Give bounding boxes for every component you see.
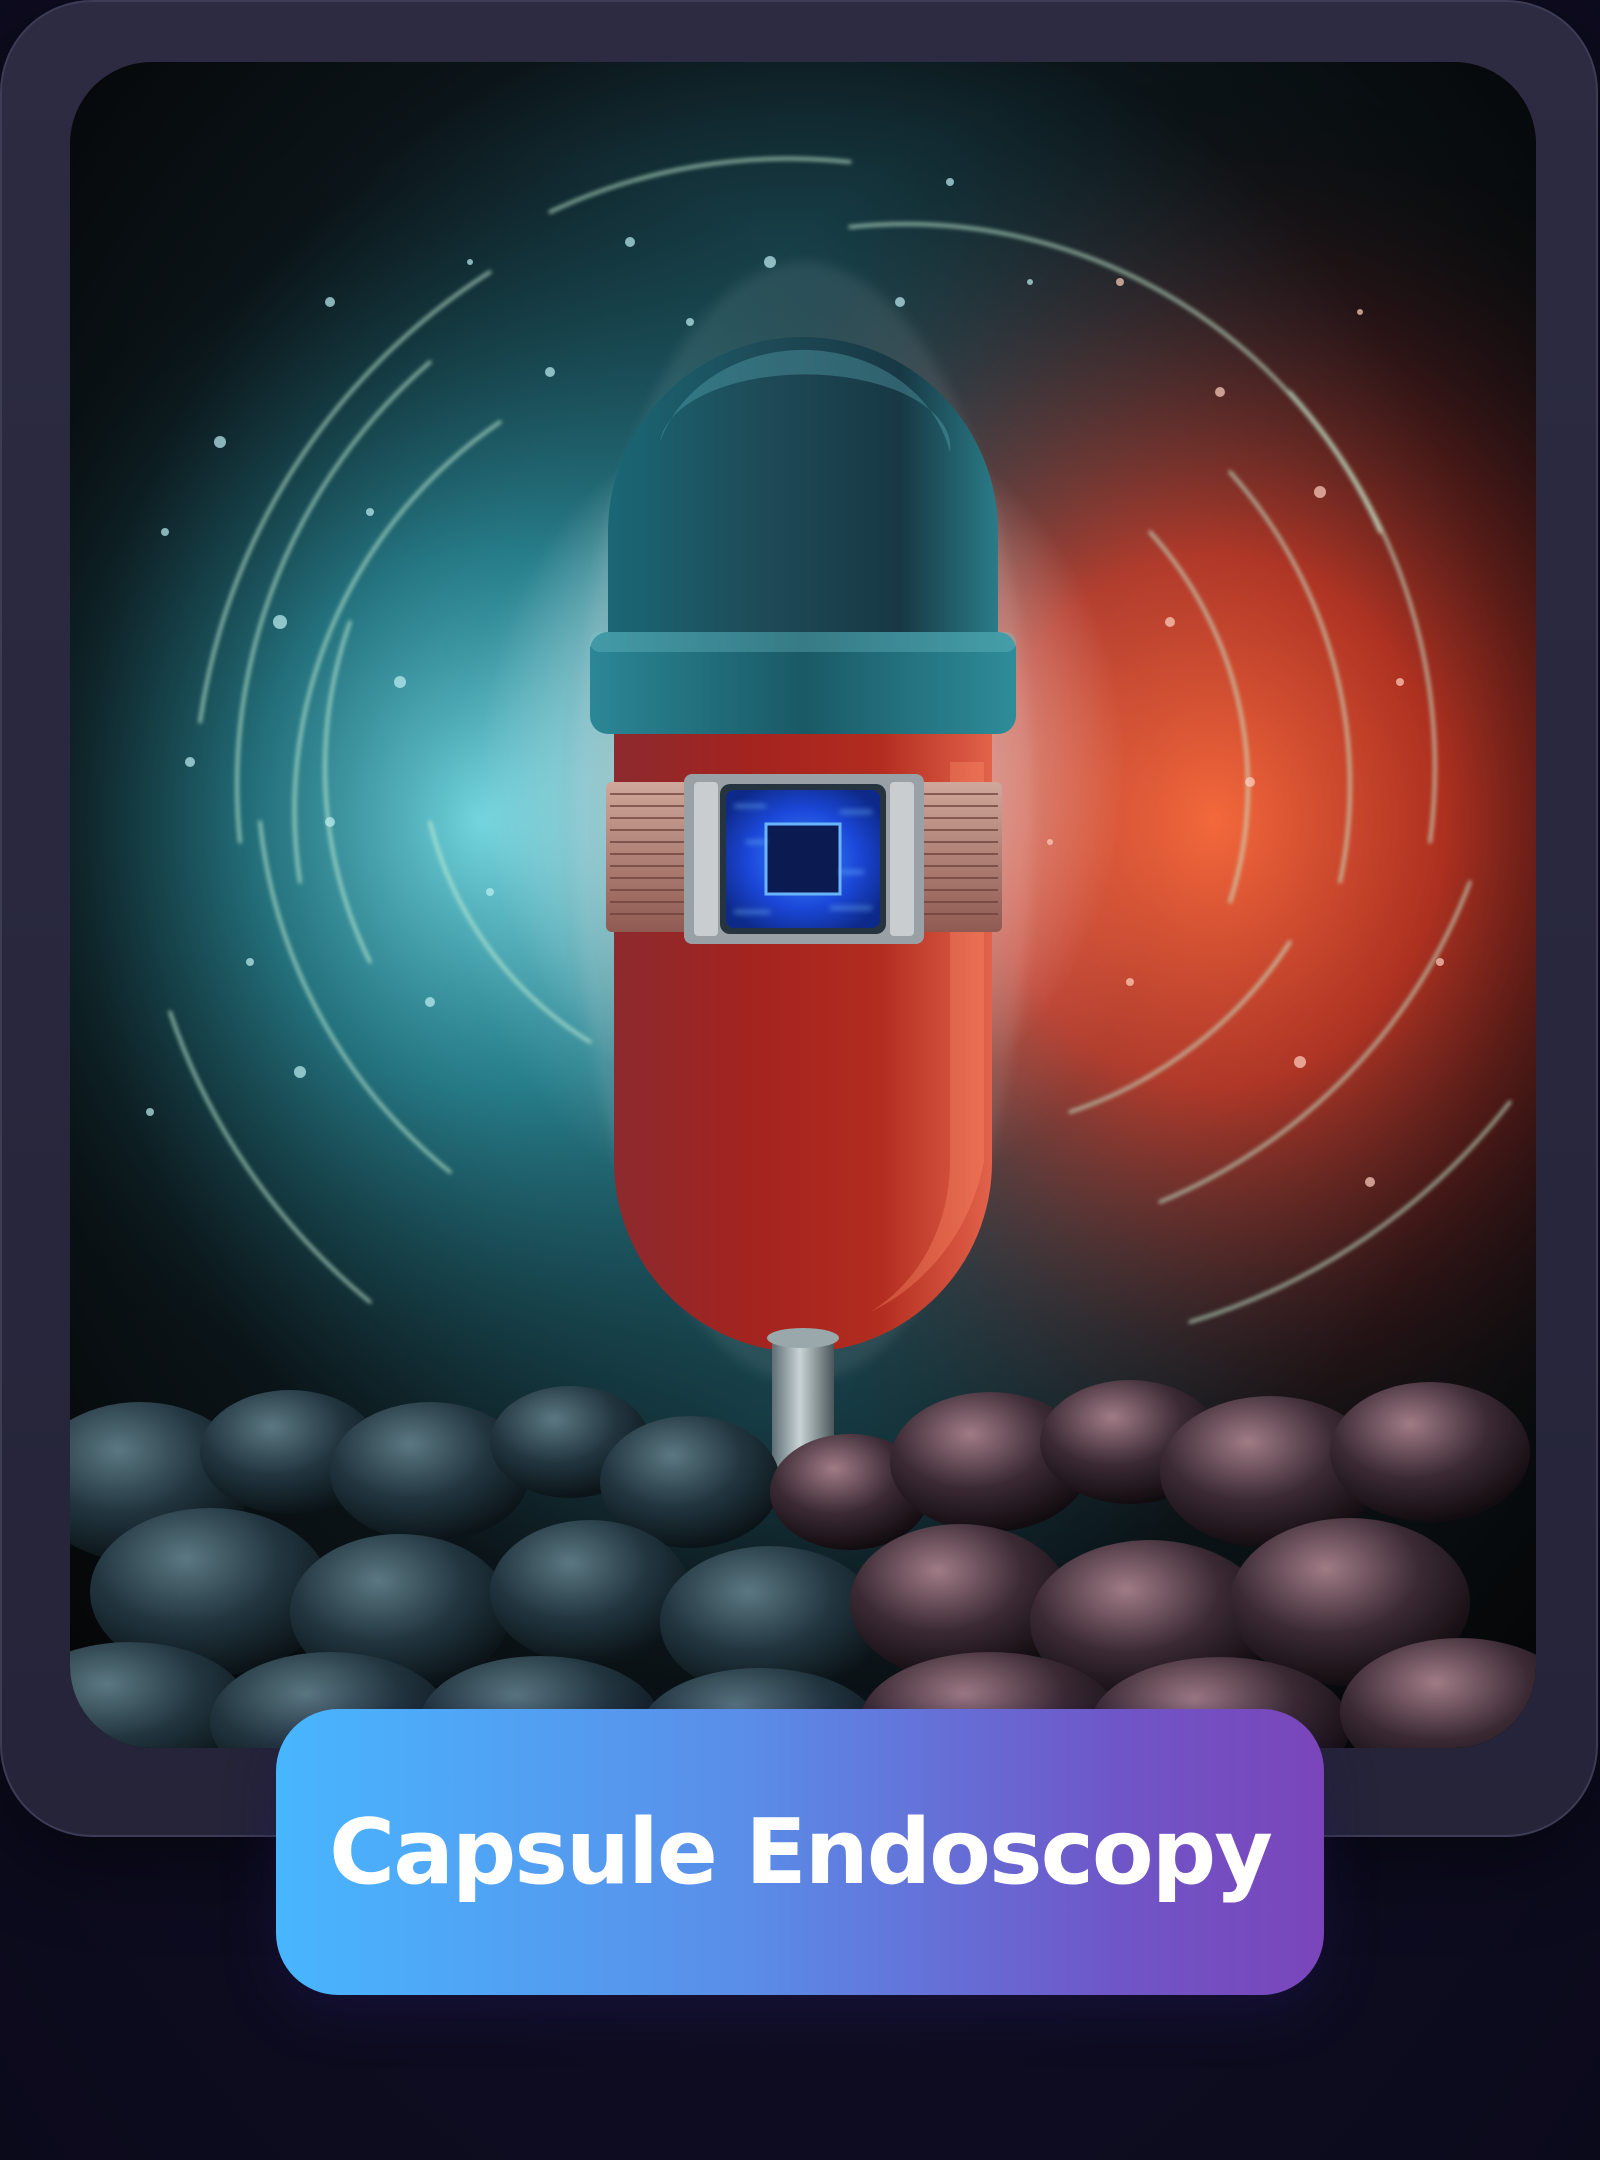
card-title: Capsule Endoscopy <box>329 1799 1273 1905</box>
page: Capsule Endoscopy <box>0 0 1600 2160</box>
image-card-frame <box>0 0 1598 1837</box>
capsule-illustration-svg <box>70 62 1536 1748</box>
capsule-illustration <box>70 62 1536 1748</box>
title-label-pill: Capsule Endoscopy <box>276 1709 1324 1995</box>
